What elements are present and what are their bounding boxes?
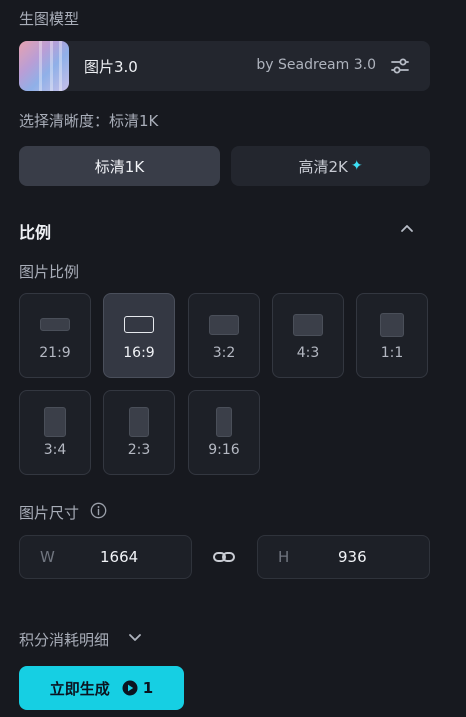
aspect-ratio-label: 图片比例 [19, 263, 80, 281]
height-prefix: H [278, 548, 290, 566]
aspect-option-label: 1:1 [380, 345, 404, 361]
aspect-option-label: 4:3 [296, 345, 320, 361]
model-thumbnail [19, 41, 69, 91]
quality-option-2k[interactable]: 高清2K ✦ [231, 146, 430, 186]
ratio-preview-icon [44, 407, 66, 437]
generate-label: 立即生成 [49, 679, 110, 698]
aspect-option-label: 3:4 [43, 442, 67, 458]
credit-icon [122, 680, 138, 696]
credit-details-toggle[interactable]: 积分消耗明细 [19, 629, 109, 650]
generate-button[interactable]: 立即生成 1 [19, 666, 184, 710]
aspect-option-1-1[interactable]: 1:1 [356, 293, 428, 378]
aspect-option-16-9[interactable]: 16:9 [103, 293, 175, 378]
image-size-label: 图片尺寸 [19, 504, 80, 522]
sliders-icon[interactable] [390, 56, 410, 76]
aspect-option-3-4[interactable]: 3:4 [19, 390, 91, 475]
ratio-preview-icon [209, 315, 239, 335]
quality-option-1k[interactable]: 标清1K [19, 146, 220, 186]
quality-label: 选择清晰度：标清1K [19, 112, 159, 130]
info-icon[interactable] [90, 502, 107, 519]
aspect-option-9-16[interactable]: 9:16 [188, 390, 260, 475]
height-value: 936 [338, 548, 367, 566]
aspect-option-label: 21:9 [39, 345, 71, 361]
model-section-title: 生图模型 [19, 10, 80, 28]
ratio-preview-icon [124, 316, 154, 333]
chevron-down-icon[interactable] [128, 633, 142, 643]
link-icon[interactable] [212, 547, 236, 567]
quality-option-label: 标清1K [94, 157, 145, 176]
aspect-option-4-3[interactable]: 4:3 [272, 293, 344, 378]
ratio-preview-icon [380, 313, 404, 337]
ratio-section-title: 比例 [19, 223, 52, 242]
ratio-preview-icon [129, 407, 149, 437]
aspect-option-label: 16:9 [123, 345, 155, 361]
ratio-preview-icon [293, 314, 323, 336]
model-selector-card[interactable]: 图片3.0 by Seadream 3.0 [19, 41, 430, 91]
height-field[interactable]: H 936 [257, 535, 430, 579]
ratio-preview-icon [216, 407, 232, 437]
width-prefix: W [40, 548, 55, 566]
aspect-option-3-2[interactable]: 3:2 [188, 293, 260, 378]
aspect-option-21-9[interactable]: 21:9 [19, 293, 91, 378]
aspect-option-label: 3:2 [212, 345, 236, 361]
width-field[interactable]: W 1664 [19, 535, 192, 579]
generate-cost: 1 [142, 679, 154, 697]
ratio-preview-icon [40, 318, 70, 331]
sparkle-icon: ✦ [350, 158, 363, 174]
width-value: 1664 [100, 548, 139, 566]
chevron-up-icon[interactable] [399, 221, 415, 235]
aspect-option-2-3[interactable]: 2:3 [103, 390, 175, 475]
aspect-option-label: 2:3 [127, 442, 151, 458]
model-name: 图片3.0 [84, 58, 138, 76]
model-provider: by Seadream 3.0 [256, 57, 376, 73]
quality-option-label: 高清2K [298, 157, 348, 176]
aspect-option-label: 9:16 [208, 442, 240, 458]
